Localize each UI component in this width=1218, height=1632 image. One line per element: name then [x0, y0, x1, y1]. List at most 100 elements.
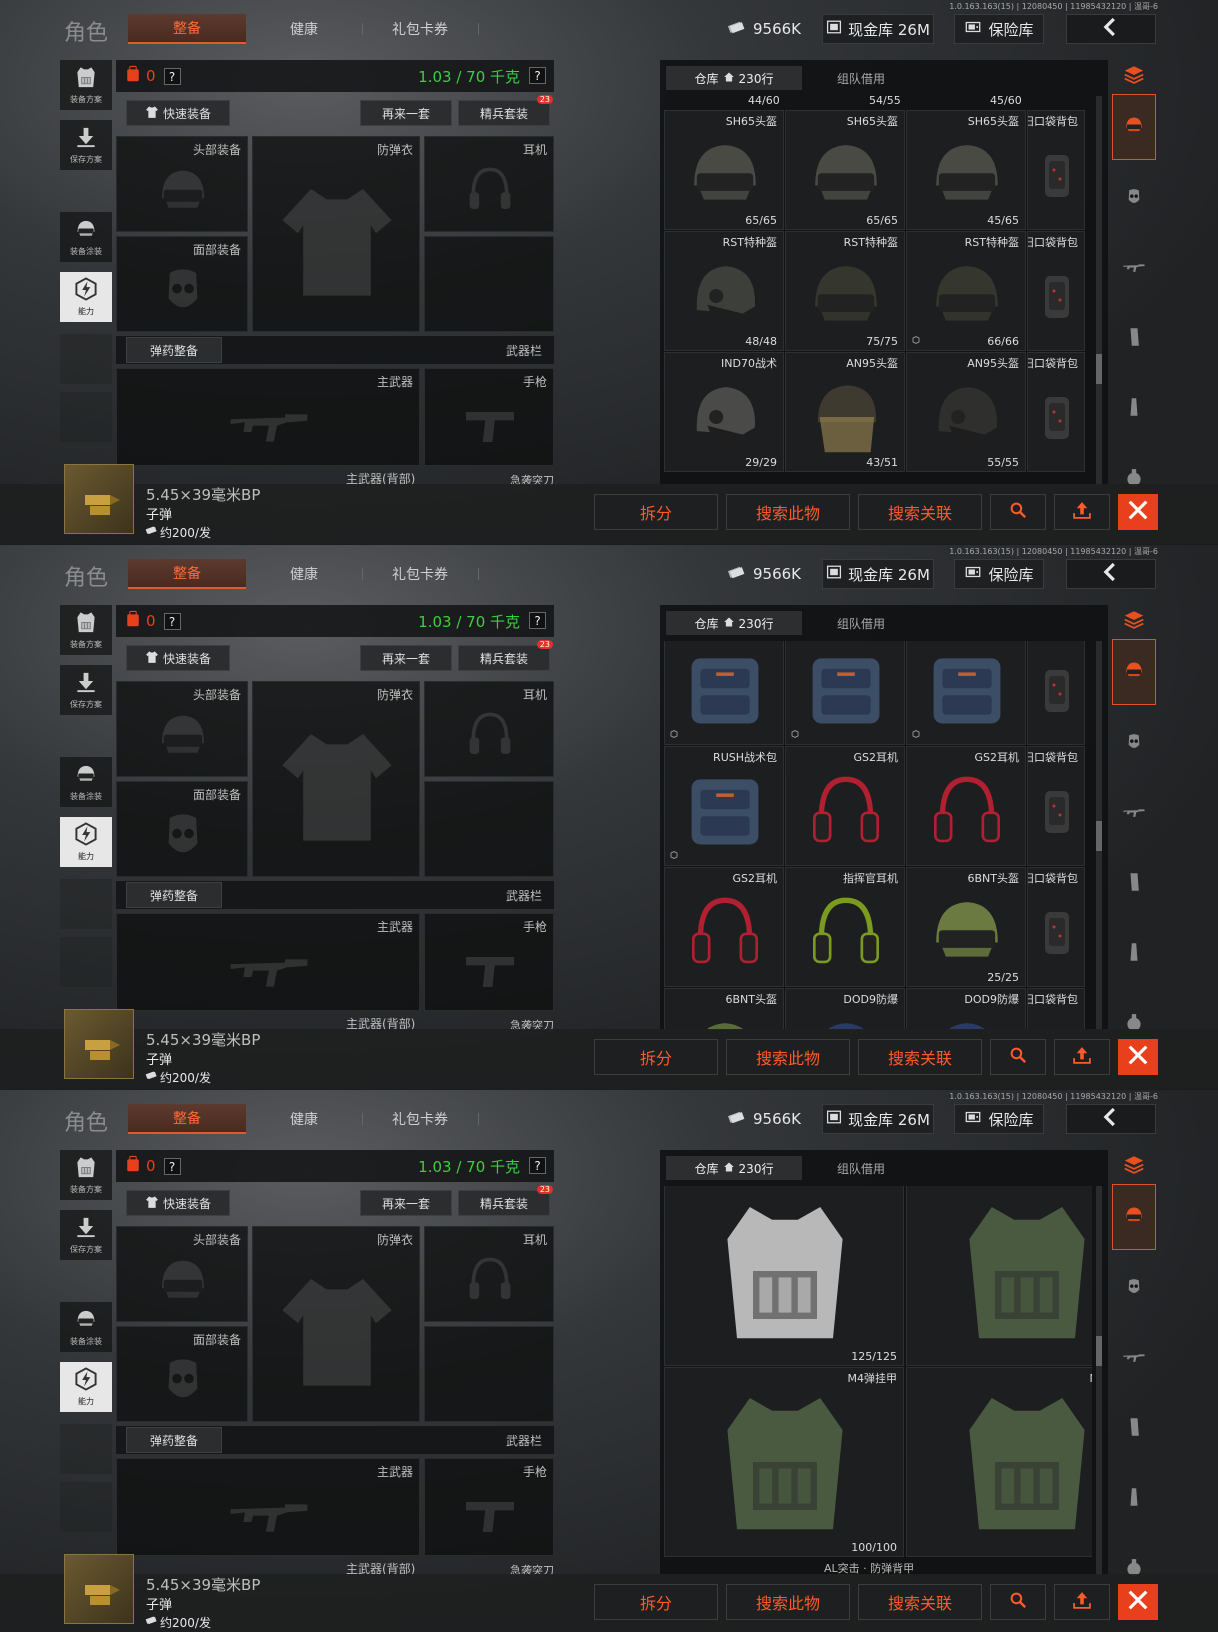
- storage-item[interactable]: RST特种盔 66/66: [906, 231, 1026, 351]
- storage-item[interactable]: 74/74: [906, 1186, 1092, 1366]
- back-button[interactable]: [1066, 559, 1156, 589]
- slot-head[interactable]: 头部装备: [116, 681, 248, 777]
- help-button[interactable]: ?: [163, 67, 181, 85]
- quick-equip-button[interactable]: 快速装备: [126, 1190, 230, 1216]
- storage-item[interactable]: 老旧口袋背包: [1027, 746, 1085, 866]
- category-helmet-button[interactable]: [1112, 1184, 1156, 1250]
- storage-item[interactable]: AN95头盔 43/51: [785, 352, 905, 472]
- slot-ear[interactable]: 耳机: [424, 136, 554, 232]
- slot-armor[interactable]: 防弹衣: [252, 136, 420, 332]
- elite-kit-button[interactable]: 精兵套装 23: [458, 95, 553, 126]
- slot-empty[interactable]: [424, 781, 554, 877]
- storage-item[interactable]: RST特种盔 75/75: [785, 231, 905, 351]
- tab-warehouse[interactable]: 仓库 230行: [666, 1156, 802, 1180]
- close-button[interactable]: [1118, 494, 1158, 530]
- tab-team-borrow[interactable]: 组队借用: [806, 1156, 916, 1180]
- search-this-button[interactable]: 搜索此物: [726, 494, 850, 530]
- share-button[interactable]: [1054, 1584, 1110, 1620]
- search-button[interactable]: [990, 494, 1046, 530]
- storage-scrollbar[interactable]: [1096, 641, 1102, 1030]
- storage-item[interactable]: AN95头盔 55/55: [906, 352, 1026, 472]
- repeat-button[interactable]: 再来一套: [360, 645, 452, 671]
- storage-scrollbar[interactable]: [1096, 1186, 1102, 1575]
- category-tower-button[interactable]: [1112, 921, 1156, 987]
- category-mask-button[interactable]: [1112, 1256, 1156, 1322]
- storage-scrollbar[interactable]: [1096, 96, 1102, 485]
- sidebar-ability-button[interactable]: 能力: [60, 817, 112, 867]
- storage-item[interactable]: SH65头盔 45/65: [906, 110, 1026, 230]
- storage-item[interactable]: [906, 641, 1026, 745]
- category-rifle-button[interactable]: [1112, 1326, 1156, 1392]
- search-this-button[interactable]: 搜索此物: [726, 1584, 850, 1620]
- split-button[interactable]: 拆分: [594, 1039, 718, 1075]
- storage-item[interactable]: M4弹挂甲 100/100: [664, 1367, 904, 1557]
- sidebar-ability-button[interactable]: 能力: [60, 1362, 112, 1412]
- search-button[interactable]: [990, 1584, 1046, 1620]
- search-related-button[interactable]: 搜索关联: [858, 1039, 982, 1075]
- storage-item[interactable]: 老旧口袋背包: [1027, 110, 1085, 230]
- sidebar-vest-button[interactable]: 装备方案: [60, 1150, 112, 1200]
- storage-item[interactable]: [664, 641, 784, 745]
- category-rifle-button[interactable]: [1112, 781, 1156, 847]
- tab-equip[interactable]: 整备: [128, 14, 246, 44]
- category-mag-button[interactable]: [1112, 1396, 1156, 1462]
- tab-equip[interactable]: 整备: [128, 559, 246, 589]
- storage-item[interactable]: 老旧口袋背包: [1027, 352, 1085, 472]
- category-layers-button[interactable]: [1112, 607, 1156, 637]
- slot-empty[interactable]: [424, 1326, 554, 1422]
- category-tower-button[interactable]: [1112, 376, 1156, 442]
- storage-item[interactable]: 125/125: [664, 1186, 904, 1366]
- close-button[interactable]: [1118, 1039, 1158, 1075]
- split-button[interactable]: 拆分: [594, 494, 718, 530]
- storage-item[interactable]: SH65头盔 65/65: [785, 110, 905, 230]
- safe-button[interactable]: 保险库: [954, 1104, 1044, 1134]
- back-button[interactable]: [1066, 1104, 1156, 1134]
- weight-help-button[interactable]: ?: [529, 67, 546, 84]
- slot-empty[interactable]: [424, 236, 554, 332]
- slot-face[interactable]: 面部装备: [116, 781, 248, 877]
- weight-help-button[interactable]: ?: [529, 612, 546, 629]
- tab-gift-cards[interactable]: 礼包卡券: [372, 14, 468, 44]
- category-mag-button[interactable]: [1112, 306, 1156, 372]
- tab-warehouse[interactable]: 仓库 230行: [666, 611, 802, 635]
- sidebar-helmet-button[interactable]: 装备涂装: [60, 757, 112, 807]
- storage-item[interactable]: 老旧口袋背包: [1027, 867, 1085, 987]
- slot-armor[interactable]: 防弹衣: [252, 1226, 420, 1422]
- tab-gift-cards[interactable]: 礼包卡券: [372, 559, 468, 589]
- tab-team-borrow[interactable]: 组队借用: [806, 66, 916, 90]
- weight-help-button[interactable]: ?: [529, 1157, 546, 1174]
- back-button[interactable]: [1066, 14, 1156, 44]
- scrollbar-thumb[interactable]: [1096, 821, 1102, 851]
- close-button[interactable]: [1118, 1584, 1158, 1620]
- slot-pistol[interactable]: 手枪: [424, 913, 554, 1011]
- ammo-loadout-button[interactable]: 弹药整备: [126, 882, 222, 908]
- storage-item[interactable]: 指挥官耳机: [785, 867, 905, 987]
- scrollbar-thumb[interactable]: [1096, 1336, 1102, 1366]
- storage-item[interactable]: GS2耳机: [664, 867, 784, 987]
- search-related-button[interactable]: 搜索关联: [858, 1584, 982, 1620]
- share-button[interactable]: [1054, 1039, 1110, 1075]
- tab-team-borrow[interactable]: 组队借用: [806, 611, 916, 635]
- category-tower-button[interactable]: [1112, 1466, 1156, 1532]
- category-layers-button[interactable]: [1112, 1152, 1156, 1182]
- sidebar-download-button[interactable]: 保存方案: [60, 665, 112, 715]
- elite-kit-button[interactable]: 精兵套装 23: [458, 640, 553, 671]
- help-button[interactable]: ?: [163, 612, 181, 630]
- tab-equip[interactable]: 整备: [128, 1104, 246, 1134]
- cash-vault-button[interactable]: 现金库 26M: [822, 14, 934, 44]
- category-mask-button[interactable]: [1112, 711, 1156, 777]
- slot-primary[interactable]: 主武器: [116, 913, 420, 1011]
- sidebar-helmet-button[interactable]: 装备涂装: [60, 1302, 112, 1352]
- tab-warehouse[interactable]: 仓库 230行: [666, 66, 802, 90]
- search-related-button[interactable]: 搜索关联: [858, 494, 982, 530]
- elite-kit-button[interactable]: 精兵套装 23: [458, 1185, 553, 1216]
- slot-pistol[interactable]: 手枪: [424, 368, 554, 466]
- storage-item[interactable]: RST特种盔 48/48: [664, 231, 784, 351]
- storage-item[interactable]: 6BNT头盔: [664, 988, 784, 1030]
- category-mask-button[interactable]: [1112, 166, 1156, 232]
- share-button[interactable]: [1054, 494, 1110, 530]
- storage-item[interactable]: GS2耳机: [785, 746, 905, 866]
- category-helmet-button[interactable]: [1112, 94, 1156, 160]
- sidebar-download-button[interactable]: 保存方案: [60, 120, 112, 170]
- tab-health[interactable]: 健康: [256, 559, 352, 589]
